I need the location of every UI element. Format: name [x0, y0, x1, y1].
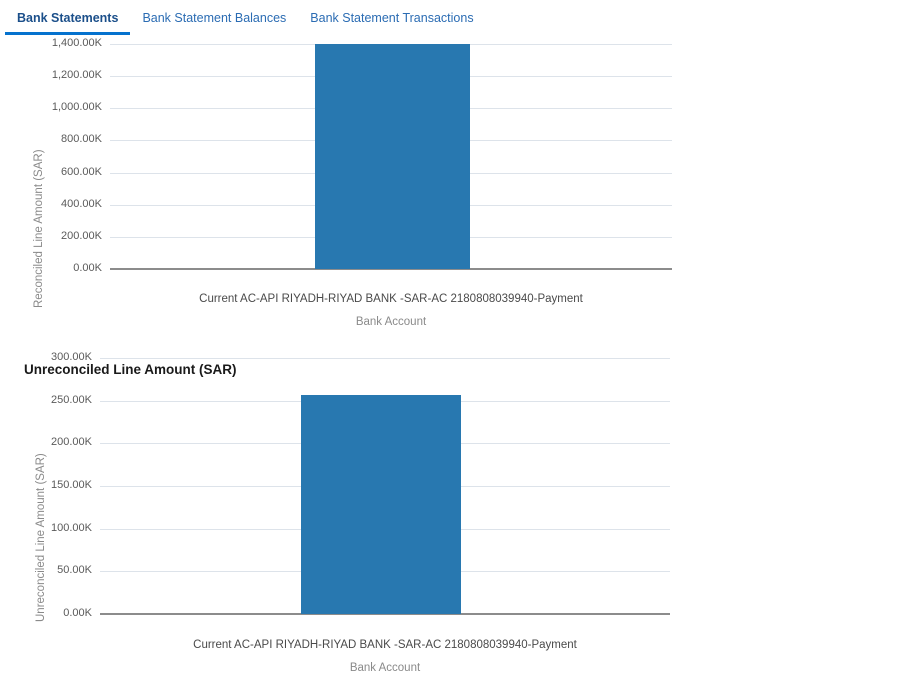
- tab-bar: Bank Statements Bank Statement Balances …: [0, 0, 903, 38]
- chart1-category-label: Current AC-API RIYADH-RIYAD BANK -SAR-AC…: [199, 293, 583, 305]
- bar[interactable]: [314, 44, 470, 269]
- unreconciled-line-amount-chart: Unreconciled Line Amount (SAR) Unreconci…: [0, 352, 903, 678]
- y-tick-label: 100.00K: [51, 521, 92, 534]
- chart2-y-axis-title: Unreconciled Line Amount (SAR): [35, 453, 47, 622]
- y-tick-label: 300.00K: [51, 351, 92, 363]
- y-tick-label: 250.00K: [51, 393, 92, 406]
- y-tick-label: 150.00K: [51, 479, 92, 491]
- y-tick-label: 1,200.00K: [51, 69, 102, 82]
- chart2-plot-area: [100, 358, 670, 635]
- reconciled-line-amount-chart: Reconciled Line Amount (SAR) 0.00K 200.00…: [0, 38, 903, 334]
- chart2-x-axis-title: Bank Account: [349, 662, 421, 674]
- gridline: [100, 358, 670, 359]
- y-tick-label: 0.00K: [73, 262, 102, 274]
- y-tick-label: 1,000.00K: [51, 101, 102, 114]
- chart2-category-label: Current AC-API RIYADH-RIYAD BANK -SAR-AC…: [193, 639, 577, 651]
- y-tick-label: 50.00K: [57, 564, 92, 577]
- tab-bank-statement-balances[interactable]: Bank Statement Balances: [130, 0, 298, 35]
- y-tick-label: 200.00K: [61, 229, 102, 242]
- chart1-x-axis-title: Bank Account: [355, 316, 427, 328]
- tab-label: Bank Statement Transactions: [310, 11, 474, 25]
- tab-label: Bank Statements: [17, 11, 119, 25]
- tab-bank-statements[interactable]: Bank Statements: [5, 0, 131, 35]
- y-tick-label: 0.00K: [63, 607, 92, 619]
- y-tick-label: 400.00K: [61, 197, 102, 210]
- y-tick-label: 800.00K: [61, 133, 102, 146]
- y-tick-label: 600.00K: [61, 165, 102, 178]
- bar[interactable]: [301, 394, 461, 614]
- chart1-plot-area: [110, 44, 672, 289]
- y-tick-label: 200.00K: [51, 436, 92, 449]
- tab-bank-statement-transactions[interactable]: Bank Statement Transactions: [298, 0, 485, 35]
- tab-label: Bank Statement Balances: [142, 11, 287, 25]
- y-tick-label: 1,400.00K: [51, 37, 102, 49]
